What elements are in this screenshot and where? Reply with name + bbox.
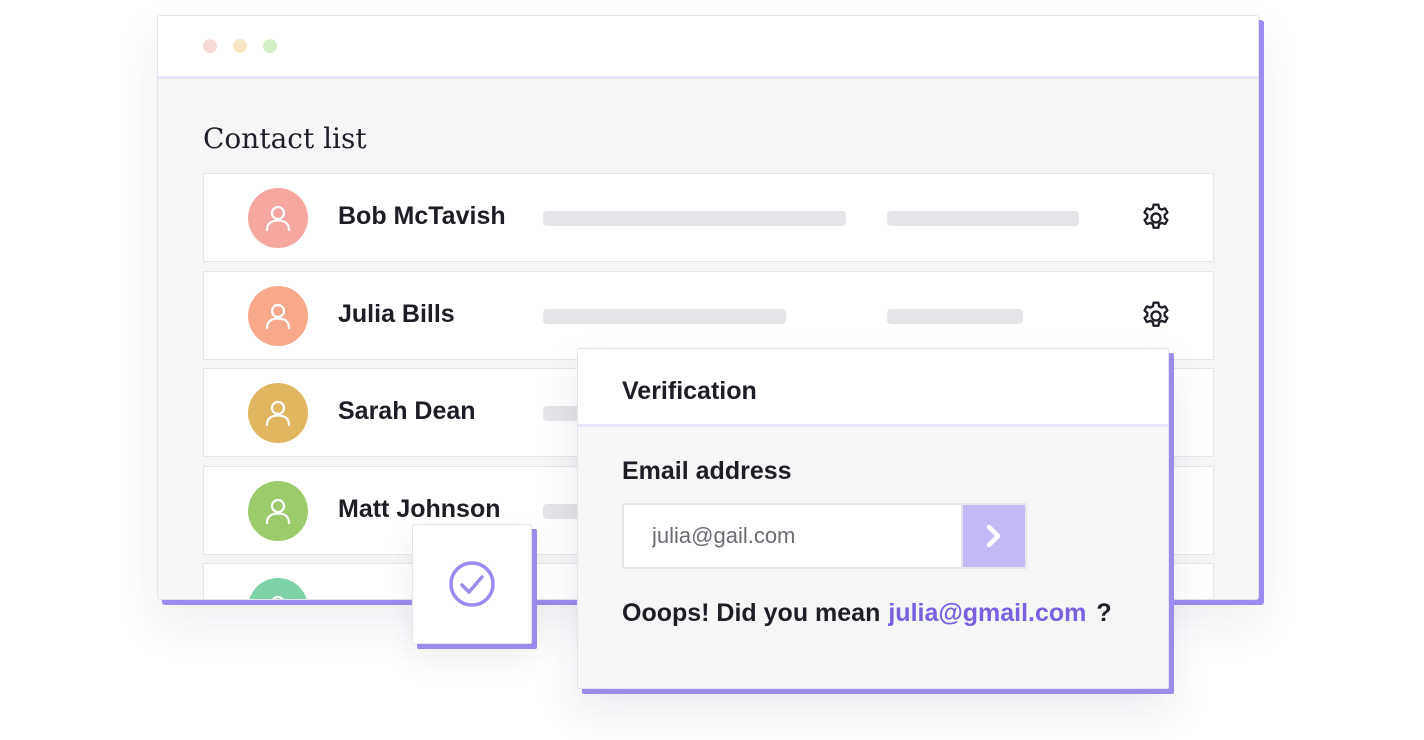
message-prefix: Ooops! Did you mean bbox=[622, 599, 881, 627]
maximize-window-dot[interactable] bbox=[263, 39, 277, 53]
message-suffix: ? bbox=[1096, 599, 1112, 627]
verification-popup: Verification Email address Ooops! Did yo… bbox=[577, 348, 1169, 689]
user-icon bbox=[265, 205, 291, 232]
window-titlebar bbox=[158, 16, 1258, 79]
avatar bbox=[248, 285, 308, 346]
gear-icon[interactable] bbox=[1139, 299, 1173, 333]
contact-name: Julia Bills bbox=[338, 299, 455, 328]
popup-title: Verification bbox=[622, 377, 757, 405]
chevron-right-icon bbox=[986, 524, 1001, 548]
user-icon bbox=[265, 400, 291, 427]
contact-row[interactable]: Julia Bills bbox=[203, 270, 1214, 360]
popup-header: Verification bbox=[578, 349, 1168, 427]
email-field-label: Email address bbox=[622, 457, 792, 485]
placeholder-bar bbox=[543, 308, 786, 324]
contact-row[interactable]: Bob McTavish bbox=[203, 173, 1214, 262]
avatar bbox=[248, 383, 308, 443]
user-icon bbox=[272, 595, 284, 599]
placeholder-bar bbox=[887, 211, 1079, 226]
contact-name: Sarah Dean bbox=[338, 397, 476, 425]
close-window-dot[interactable] bbox=[203, 39, 217, 53]
avatar bbox=[248, 188, 308, 248]
contact-name: Matt Johnson bbox=[338, 494, 501, 523]
avatar bbox=[248, 480, 308, 541]
suggested-email-link[interactable]: julia@gmail.com bbox=[888, 599, 1086, 627]
verified-check-card bbox=[412, 524, 532, 644]
placeholder-bar bbox=[543, 211, 846, 226]
gear-icon[interactable] bbox=[1139, 201, 1173, 235]
email-field[interactable] bbox=[622, 503, 961, 569]
user-icon bbox=[265, 498, 291, 524]
minimize-window-dot[interactable] bbox=[233, 39, 247, 53]
contact-name: Bob McTavish bbox=[338, 202, 506, 230]
check-circle-icon bbox=[449, 561, 495, 607]
placeholder-bar bbox=[887, 308, 1023, 324]
submit-button[interactable] bbox=[961, 503, 1027, 569]
avatar bbox=[248, 578, 308, 599]
user-icon bbox=[265, 303, 291, 329]
suggestion-message: Ooops! Did you mean julia@gmail.com? bbox=[622, 599, 1112, 628]
page-title: Contact list bbox=[203, 122, 367, 155]
